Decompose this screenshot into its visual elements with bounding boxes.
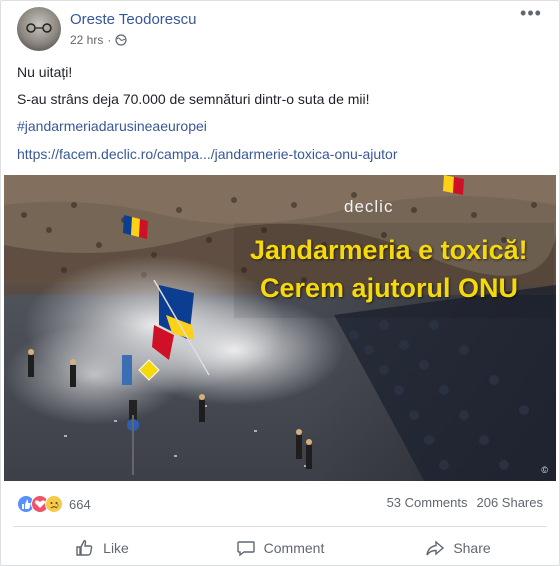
meta-separator: · <box>107 33 112 47</box>
like-icon <box>76 540 93 556</box>
campaign-link[interactable]: https://facem.declic.ro/campa.../jandarm… <box>17 145 398 164</box>
image-headline-line2: Cerem ajutorul ONU <box>260 273 519 303</box>
comment-button[interactable]: Comment <box>191 531 369 565</box>
author-name[interactable]: Oreste Teodorescu <box>70 11 196 28</box>
image-watermark: © <box>541 465 548 475</box>
avatar-glasses <box>26 23 52 33</box>
declic-logo: declic <box>344 197 394 216</box>
comments-count[interactable]: 53 Comments <box>387 495 468 510</box>
post-text-line: S-au strâns deja 70.000 de semnături din… <box>17 91 370 107</box>
comment-label: Comment <box>263 540 325 556</box>
image-headline-line1: Jandarmeria e toxică! <box>250 235 528 265</box>
reaction-summary[interactable]: 664 <box>17 495 91 513</box>
post-stats: 664 53 Comments 206 Shares <box>15 493 543 515</box>
post-text-line: Nu uitați! <box>17 64 73 80</box>
more-options-icon[interactable]: ••• <box>519 4 543 27</box>
engagement-counts: 53 Comments 206 Shares <box>387 495 543 510</box>
globe-icon[interactable] <box>115 34 127 46</box>
shares-count[interactable]: 206 Shares <box>477 495 544 510</box>
post-actions: Like Comment Share <box>13 531 547 565</box>
share-label: Share <box>453 540 491 556</box>
comment-icon <box>236 541 255 557</box>
reaction-count[interactable]: 664 <box>69 497 91 512</box>
post-meta: 22 hrs · <box>70 33 127 47</box>
like-button[interactable]: Like <box>13 531 191 565</box>
sad-reaction-icon <box>45 495 63 513</box>
post-card: Oreste Teodorescu 22 hrs · ••• Nu uitați… <box>0 0 560 566</box>
hashtag-link[interactable]: #jandarmeriadarusineaeuropei <box>17 117 207 136</box>
actions-divider <box>13 526 547 527</box>
protest-photo <box>4 175 556 481</box>
post-image[interactable]: declic Jandarmeria e toxică! Cerem ajuto… <box>4 175 556 481</box>
post-header: Oreste Teodorescu 22 hrs · ••• <box>17 4 543 53</box>
share-button[interactable]: Share <box>369 531 547 565</box>
author-avatar[interactable] <box>17 7 61 51</box>
share-icon <box>426 540 445 556</box>
like-label: Like <box>103 540 129 556</box>
post-timestamp[interactable]: 22 hrs <box>70 33 103 47</box>
